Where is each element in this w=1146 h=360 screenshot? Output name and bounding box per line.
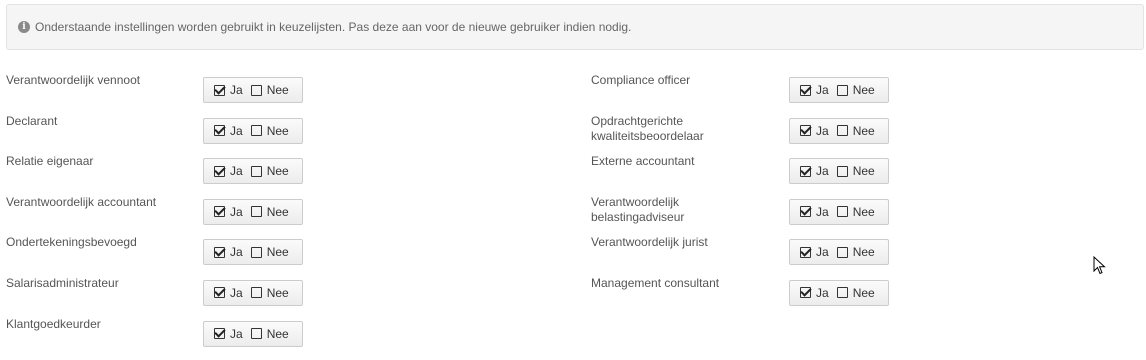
role-label: Verantwoordelijk belastingadviseur bbox=[591, 194, 685, 224]
role-row-verantwoordelijk-jurist: Verantwoordelijk jurist Ja Nee bbox=[591, 235, 891, 279]
ja-checkbox[interactable] bbox=[800, 287, 811, 299]
ja-checkbox[interactable] bbox=[800, 246, 811, 258]
ja-nee-toggle-opdrachtgerichte-kwaliteitsbeoordelaar[interactable]: Ja Nee bbox=[789, 117, 889, 144]
nee-label[interactable]: Nee bbox=[267, 205, 289, 219]
ja-nee-toggle-externe-accountant[interactable]: Ja Nee bbox=[789, 158, 889, 185]
role-label: Compliance officer bbox=[591, 73, 691, 87]
role-row-verantwoordelijk-accountant: Verantwoordelijk accountant Ja Nee bbox=[6, 194, 306, 239]
ja-nee-toggle-verantwoordelijk-accountant[interactable]: Ja Nee bbox=[203, 198, 303, 225]
ja-checkbox[interactable] bbox=[214, 206, 225, 218]
ja-checkbox[interactable] bbox=[214, 165, 225, 177]
nee-label[interactable]: Nee bbox=[267, 245, 289, 259]
nee-checkbox[interactable] bbox=[250, 328, 262, 340]
nee-checkbox[interactable] bbox=[250, 287, 262, 299]
nee-label[interactable]: Nee bbox=[267, 286, 289, 300]
role-label: Verantwoordelijk vennoot bbox=[6, 73, 141, 87]
role-row-klantgoedkeurder: Klantgoedkeurder Ja Nee bbox=[6, 316, 306, 360]
ja-nee-toggle-ondertekeningsbevoegd[interactable]: Ja Nee bbox=[203, 239, 303, 266]
ja-label[interactable]: Ja bbox=[230, 327, 243, 341]
role-label: Salarisadministrateur bbox=[6, 275, 119, 290]
role-label: Externe accountant bbox=[591, 154, 695, 169]
nee-checkbox[interactable] bbox=[250, 84, 262, 96]
nee-checkbox[interactable] bbox=[836, 165, 848, 177]
ja-nee-toggle-compliance-officer[interactable]: Ja Nee bbox=[789, 77, 889, 103]
nee-label[interactable]: Nee bbox=[267, 164, 289, 178]
nee-checkbox[interactable] bbox=[836, 206, 848, 218]
info-text: Onderstaande instellingen worden gebruik… bbox=[35, 20, 632, 34]
nee-label[interactable]: Nee bbox=[267, 327, 289, 341]
roles-right-column: Compliance officer Ja Nee Opdrachtgerichte … bbox=[591, 73, 891, 320]
ja-label[interactable]: Ja bbox=[230, 286, 243, 300]
nee-label[interactable]: Nee bbox=[853, 164, 875, 178]
nee-label[interactable]: Nee bbox=[267, 124, 289, 138]
nee-checkbox[interactable] bbox=[836, 287, 848, 299]
ja-nee-toggle-klantgoedkeurder[interactable]: Ja Nee bbox=[203, 320, 303, 347]
role-label: Ondertekeningsbevoegd bbox=[6, 235, 137, 250]
nee-checkbox[interactable] bbox=[250, 246, 262, 258]
ja-checkbox[interactable] bbox=[214, 287, 225, 299]
ja-nee-toggle-verantwoordelijk-belastingadviseur[interactable]: Ja Nee bbox=[789, 198, 889, 225]
ja-label[interactable]: Ja bbox=[230, 164, 243, 178]
ja-label[interactable]: Ja bbox=[816, 83, 829, 97]
ja-checkbox[interactable] bbox=[214, 328, 225, 340]
ja-nee-toggle-management-consultant[interactable]: Ja Nee bbox=[789, 279, 889, 306]
nee-checkbox[interactable] bbox=[836, 125, 848, 137]
ja-checkbox[interactable] bbox=[800, 125, 811, 137]
ja-label[interactable]: Ja bbox=[816, 286, 829, 300]
role-row-compliance-officer: Compliance officer Ja Nee bbox=[591, 73, 891, 117]
ja-label[interactable]: Ja bbox=[230, 205, 243, 219]
role-row-relatie-eigenaar: Relatie eigenaar Ja Nee bbox=[6, 154, 306, 198]
ja-checkbox[interactable] bbox=[800, 165, 811, 177]
ja-nee-toggle-declarant[interactable]: Ja Nee bbox=[203, 117, 303, 144]
role-label: Klantgoedkeurder bbox=[6, 316, 101, 331]
nee-label[interactable]: Nee bbox=[267, 83, 289, 97]
nee-checkbox[interactable] bbox=[250, 125, 262, 137]
role-label: Verantwoordelijk accountant bbox=[6, 194, 157, 209]
nee-label[interactable]: Nee bbox=[853, 83, 875, 97]
ja-label[interactable]: Ja bbox=[816, 124, 829, 138]
ja-checkbox[interactable] bbox=[214, 84, 225, 96]
role-row-opdrachtgerichte-kwaliteitsbeoordelaar: Opdrachtgerichte kwaliteitsbeoordelaar Ja… bbox=[591, 113, 891, 158]
nee-checkbox[interactable] bbox=[250, 165, 262, 177]
role-row-declarant: Declarant Ja Nee bbox=[6, 113, 306, 158]
nee-label[interactable]: Nee bbox=[853, 286, 875, 300]
info-banner: i Onderstaande instellingen worden gebru… bbox=[6, 4, 1144, 50]
role-row-salarisadministrateur: Salarisadministrateur Ja Nee bbox=[6, 275, 306, 320]
role-row-verantwoordelijk-belastingadviseur: Verantwoordelijk belastingadviseur Ja Nee bbox=[591, 194, 891, 239]
nee-checkbox[interactable] bbox=[250, 206, 262, 218]
role-row-verantwoordelijk-vennoot: Verantwoordelijk vennoot Ja Nee bbox=[6, 73, 306, 117]
role-label: Relatie eigenaar bbox=[6, 154, 94, 169]
ja-checkbox[interactable] bbox=[800, 206, 811, 218]
ja-checkbox[interactable] bbox=[214, 246, 225, 258]
ja-label[interactable]: Ja bbox=[230, 245, 243, 259]
ja-nee-toggle-relatie-eigenaar[interactable]: Ja Nee bbox=[203, 158, 303, 185]
ja-label[interactable]: Ja bbox=[816, 164, 829, 178]
role-label: Opdrachtgerichte kwaliteitsbeoordelaar bbox=[591, 113, 704, 143]
role-row-externe-accountant: Externe accountant Ja Nee bbox=[591, 154, 891, 198]
nee-label[interactable]: Nee bbox=[853, 124, 875, 138]
role-label: Declarant bbox=[6, 113, 58, 128]
ja-label[interactable]: Ja bbox=[816, 205, 829, 219]
info-circle-icon: i bbox=[18, 21, 30, 33]
nee-label[interactable]: Nee bbox=[853, 245, 875, 259]
nee-checkbox[interactable] bbox=[836, 246, 848, 258]
ja-nee-toggle-verantwoordelijk-jurist[interactable]: Ja Nee bbox=[789, 239, 889, 266]
ja-label[interactable]: Ja bbox=[230, 124, 243, 138]
nee-label[interactable]: Nee bbox=[853, 205, 875, 219]
ja-nee-toggle-verantwoordelijk-vennoot[interactable]: Ja Nee bbox=[203, 77, 303, 103]
nee-checkbox[interactable] bbox=[836, 84, 848, 96]
role-label: Verantwoordelijk jurist bbox=[591, 235, 708, 250]
mouse-cursor-icon bbox=[1093, 256, 1106, 275]
ja-nee-toggle-salarisadministrateur[interactable]: Ja Nee bbox=[203, 279, 303, 306]
ja-label[interactable]: Ja bbox=[816, 245, 829, 259]
ja-checkbox[interactable] bbox=[214, 125, 225, 137]
ja-label[interactable]: Ja bbox=[230, 83, 243, 97]
role-row-management-consultant: Management consultant Ja Nee bbox=[591, 275, 891, 320]
roles-left-column: Verantwoordelijk vennoot Ja Nee Declarant Ja… bbox=[6, 73, 306, 360]
ja-checkbox[interactable] bbox=[800, 84, 811, 96]
role-row-ondertekeningsbevoegd: Ondertekeningsbevoegd Ja Nee bbox=[6, 235, 306, 279]
role-label: Management consultant bbox=[591, 275, 720, 290]
